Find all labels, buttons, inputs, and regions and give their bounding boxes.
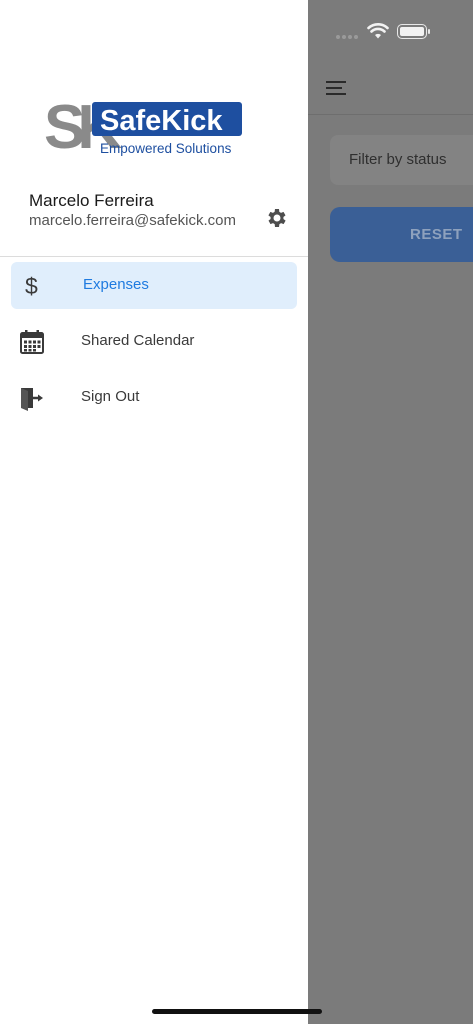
home-indicator[interactable] bbox=[152, 1009, 322, 1014]
settings-gear-icon[interactable] bbox=[265, 206, 289, 230]
user-name: Marcelo Ferreira bbox=[29, 191, 154, 210]
wifi-icon bbox=[367, 23, 389, 39]
nav-item-sign-out[interactable]: Sign Out bbox=[11, 374, 297, 421]
svg-text:$: $ bbox=[25, 273, 38, 299]
battery-icon bbox=[397, 24, 430, 39]
dollar-icon: $ bbox=[25, 273, 38, 299]
hamburger-menu-icon[interactable] bbox=[326, 81, 346, 95]
user-email: marcelo.ferreira@safekick.com bbox=[29, 212, 236, 229]
nav-item-shared-calendar[interactable]: Shared Calendar bbox=[11, 318, 297, 365]
cellular-signal-icon bbox=[336, 35, 358, 39]
sign-out-icon bbox=[21, 388, 43, 411]
svg-text:Empowered Solutions: Empowered Solutions bbox=[100, 141, 232, 156]
reset-button[interactable]: RESET bbox=[330, 207, 473, 262]
safekick-logo: SK SafeKick Empowered Solutions bbox=[44, 93, 242, 156]
nav-label-shared-calendar: Shared Calendar bbox=[81, 332, 195, 349]
calendar-icon bbox=[20, 330, 44, 354]
svg-text:SafeKick: SafeKick bbox=[100, 105, 223, 137]
nav-item-expenses[interactable]: $ Expenses bbox=[11, 262, 297, 309]
nav-label-expenses: Expenses bbox=[83, 276, 149, 293]
filter-by-status-select[interactable]: Filter by status bbox=[330, 135, 473, 185]
drawer-divider bbox=[0, 256, 308, 257]
navigation-drawer: SK SafeKick Empowered Solutions Marcelo … bbox=[0, 0, 308, 1024]
nav-label-sign-out: Sign Out bbox=[81, 388, 140, 405]
